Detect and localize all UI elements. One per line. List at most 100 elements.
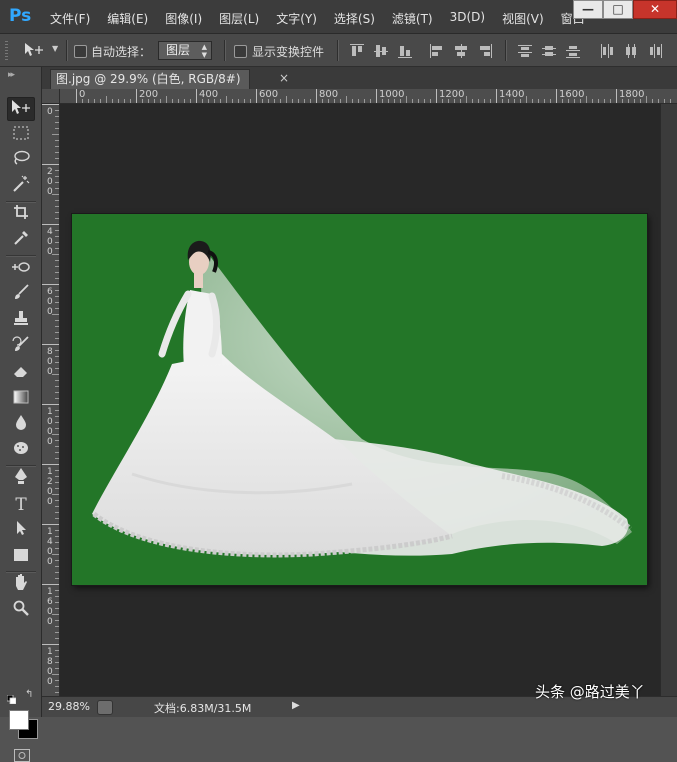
menu-filter[interactable]: 滤镜(T) — [392, 10, 441, 27]
separator — [224, 40, 226, 61]
spot-healing-brush-tool-icon[interactable] — [7, 257, 35, 281]
move-tool-preset-icon[interactable] — [24, 42, 46, 62]
ruler-minor-tick — [55, 446, 59, 447]
menu-file[interactable]: 文件(F) — [50, 10, 98, 27]
menu-layer[interactable]: 图层(L) — [219, 10, 267, 27]
ruler-minor-tick — [634, 99, 635, 103]
align-right-icon[interactable] — [478, 44, 492, 58]
document-tab[interactable]: 图.jpg @ 29.9% (白色, RGB/8#) * — [50, 69, 250, 104]
ruler-minor-tick — [55, 356, 59, 357]
auto-select-checkbox[interactable] — [74, 45, 87, 58]
chevron-down-icon[interactable]: ▼ — [52, 44, 58, 53]
ruler-minor-tick — [430, 99, 431, 103]
distribute-right-icon[interactable] — [648, 44, 662, 58]
status-menu-arrow-icon[interactable]: ▶ — [292, 700, 300, 711]
swap-colors-icon[interactable]: ↰ — [25, 689, 33, 700]
ruler-minor-tick — [55, 122, 59, 123]
ruler-minor-tick — [55, 506, 59, 507]
minimize-button[interactable]: — — [573, 0, 603, 19]
maximize-button[interactable]: □ — [603, 0, 633, 19]
distribute-top-icon[interactable] — [518, 44, 532, 58]
window-controls: — □ ✕ — [573, 0, 677, 20]
path-selection-tool-icon[interactable] — [7, 519, 35, 543]
ruler-minor-tick — [304, 99, 305, 103]
quick-mask-icon[interactable] — [14, 749, 30, 762]
bride-photo — [92, 240, 632, 558]
align-bottom-icon[interactable] — [398, 44, 412, 58]
menu-edit[interactable]: 编辑(E) — [107, 10, 156, 27]
ruler-major-tick — [196, 89, 197, 103]
ruler-minor-tick — [448, 99, 449, 103]
ruler-minor-tick — [55, 110, 59, 111]
ruler-minor-tick — [55, 512, 59, 513]
menu-3d[interactable]: 3D(D) — [450, 10, 493, 27]
blur-tool-icon[interactable] — [7, 413, 35, 437]
menu-type[interactable]: 文字(Y) — [276, 10, 325, 27]
document-canvas[interactable] — [72, 214, 647, 585]
magic-wand-tool-icon[interactable] — [7, 175, 35, 199]
horizontal-ruler[interactable]: 0 200 400 600 800 1000 1200 1400 1600 1800 — [60, 89, 677, 104]
type-tool-icon[interactable]: T — [7, 493, 35, 517]
auto-select-target-dropdown[interactable]: 图层 ▲ ▼ — [158, 41, 212, 60]
align-top-icon[interactable] — [350, 44, 364, 58]
ruler-minor-tick — [82, 99, 83, 103]
close-window-button[interactable]: ✕ — [633, 0, 677, 19]
zoom-level-field[interactable]: 29.88% — [48, 700, 90, 713]
ruler-minor-tick — [55, 500, 59, 501]
hand-tool-icon[interactable] — [7, 573, 35, 597]
rectangular-marquee-tool-icon[interactable] — [7, 123, 35, 147]
ruler-minor-tick — [55, 608, 59, 609]
gradient-tool-icon[interactable] — [7, 387, 35, 411]
clone-stamp-tool-icon[interactable] — [7, 309, 35, 333]
align-left-icon[interactable] — [430, 44, 444, 58]
ruler-minor-tick — [52, 494, 59, 495]
panel-collapse-icon[interactable]: ▸▸ — [8, 70, 15, 80]
ruler-minor-tick — [52, 434, 59, 435]
move-tool-icon[interactable] — [7, 97, 35, 121]
status-info-icon[interactable] — [97, 700, 113, 715]
ruler-minor-tick — [406, 96, 407, 103]
show-transform-checkbox[interactable] — [234, 45, 247, 58]
ruler-minor-tick — [346, 96, 347, 103]
ruler-minor-tick — [472, 99, 473, 103]
ruler-minor-tick — [568, 99, 569, 103]
separator — [337, 40, 339, 61]
menu-view[interactable]: 视图(V) — [502, 10, 552, 27]
foreground-color-swatch[interactable] — [9, 710, 29, 730]
menu-select[interactable]: 选择(S) — [334, 10, 383, 27]
distribute-vertical-center-icon[interactable] — [542, 44, 556, 58]
options-bar-grip[interactable] — [5, 41, 8, 60]
distribute-bottom-icon[interactable] — [566, 44, 580, 58]
ruler-minor-tick — [520, 99, 521, 103]
align-vertical-center-icon[interactable] — [374, 44, 388, 58]
rectangle-tool-icon[interactable] — [7, 545, 35, 569]
ruler-major-tick — [616, 89, 617, 103]
vertical-ruler[interactable]: 0 200 400 600 800 1000 1200 1400 1600 1800 — [42, 104, 60, 696]
default-colors-icon[interactable] — [6, 693, 17, 705]
distribute-left-icon[interactable] — [600, 44, 614, 58]
ruler-minor-tick — [55, 380, 59, 381]
history-brush-tool-icon[interactable] — [7, 335, 35, 359]
ruler-minor-tick — [604, 99, 605, 103]
ruler-minor-tick — [418, 99, 419, 103]
ruler-origin[interactable] — [42, 89, 60, 104]
sponge-tool-icon[interactable] — [7, 439, 35, 463]
ruler-minor-tick — [55, 602, 59, 603]
eyedropper-tool-icon[interactable] — [7, 229, 35, 253]
ruler-minor-tick — [55, 188, 59, 189]
close-tab-icon[interactable]: × — [279, 71, 289, 85]
eraser-tool-icon[interactable] — [7, 361, 35, 385]
ruler-minor-tick — [55, 518, 59, 519]
brush-tool-icon[interactable] — [7, 283, 35, 307]
ruler-minor-tick — [55, 560, 59, 561]
ruler-minor-tick — [55, 416, 59, 417]
zoom-tool-icon[interactable] — [7, 599, 35, 623]
crop-tool-icon[interactable] — [7, 203, 35, 227]
ruler-label: 800 — [47, 347, 53, 377]
distribute-horizontal-center-icon[interactable] — [624, 44, 638, 58]
lasso-tool-icon[interactable] — [7, 149, 35, 173]
menu-image[interactable]: 图像(I) — [165, 10, 210, 27]
align-horizontal-center-icon[interactable] — [454, 44, 468, 58]
pen-tool-icon[interactable] — [7, 467, 35, 491]
vertical-scrollbar[interactable] — [660, 104, 677, 696]
